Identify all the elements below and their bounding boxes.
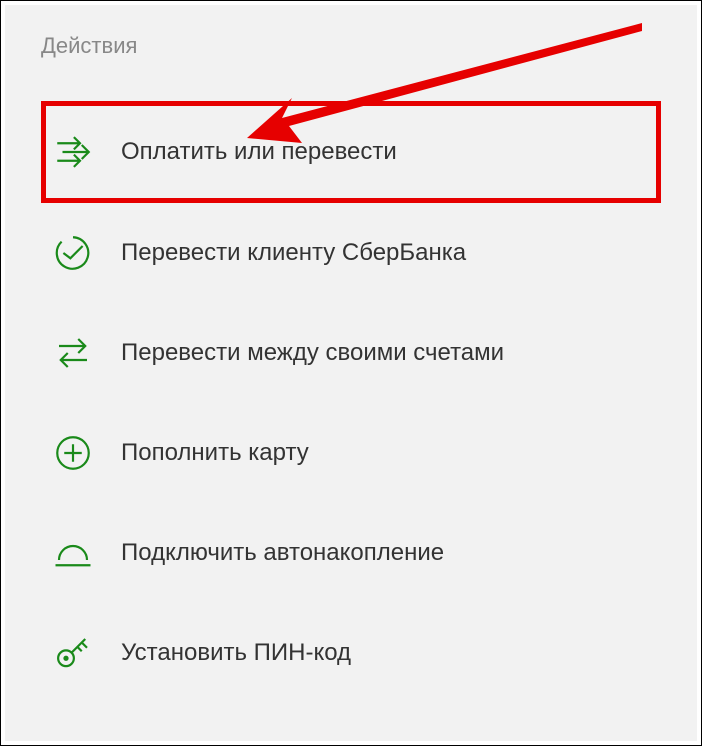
menu-item-pay-or-transfer[interactable]: Оплатить или перевести xyxy=(41,101,661,203)
menu-item-topup-card[interactable]: Пополнить карту xyxy=(41,403,697,503)
menu-item-transfer-between[interactable]: Перевести между своими счетами xyxy=(41,303,697,403)
section-title: Действия xyxy=(5,5,697,59)
menu-item-label: Пополнить карту xyxy=(121,439,309,467)
menu-item-label: Установить ПИН-код xyxy=(121,639,351,667)
auto-savings-icon xyxy=(49,529,97,577)
topup-card-icon xyxy=(49,429,97,477)
menu-item-label: Подключить автонакопление xyxy=(121,539,444,567)
transfer-client-icon xyxy=(49,229,97,277)
menu-item-set-pin[interactable]: Установить ПИН-код xyxy=(41,603,697,703)
menu-item-auto-savings[interactable]: Подключить автонакопление xyxy=(41,503,697,603)
menu-item-label: Перевести клиенту СберБанка xyxy=(121,239,466,267)
transfer-between-icon xyxy=(49,329,97,377)
menu-item-label: Оплатить или перевести xyxy=(121,138,397,166)
menu-item-label: Перевести между своими счетами xyxy=(121,339,504,367)
actions-menu-list: Оплатить или перевести Перевести клиенту… xyxy=(5,101,697,703)
menu-item-transfer-client[interactable]: Перевести клиенту СберБанка xyxy=(41,203,697,303)
pay-transfer-icon xyxy=(49,128,97,176)
set-pin-icon xyxy=(49,629,97,677)
